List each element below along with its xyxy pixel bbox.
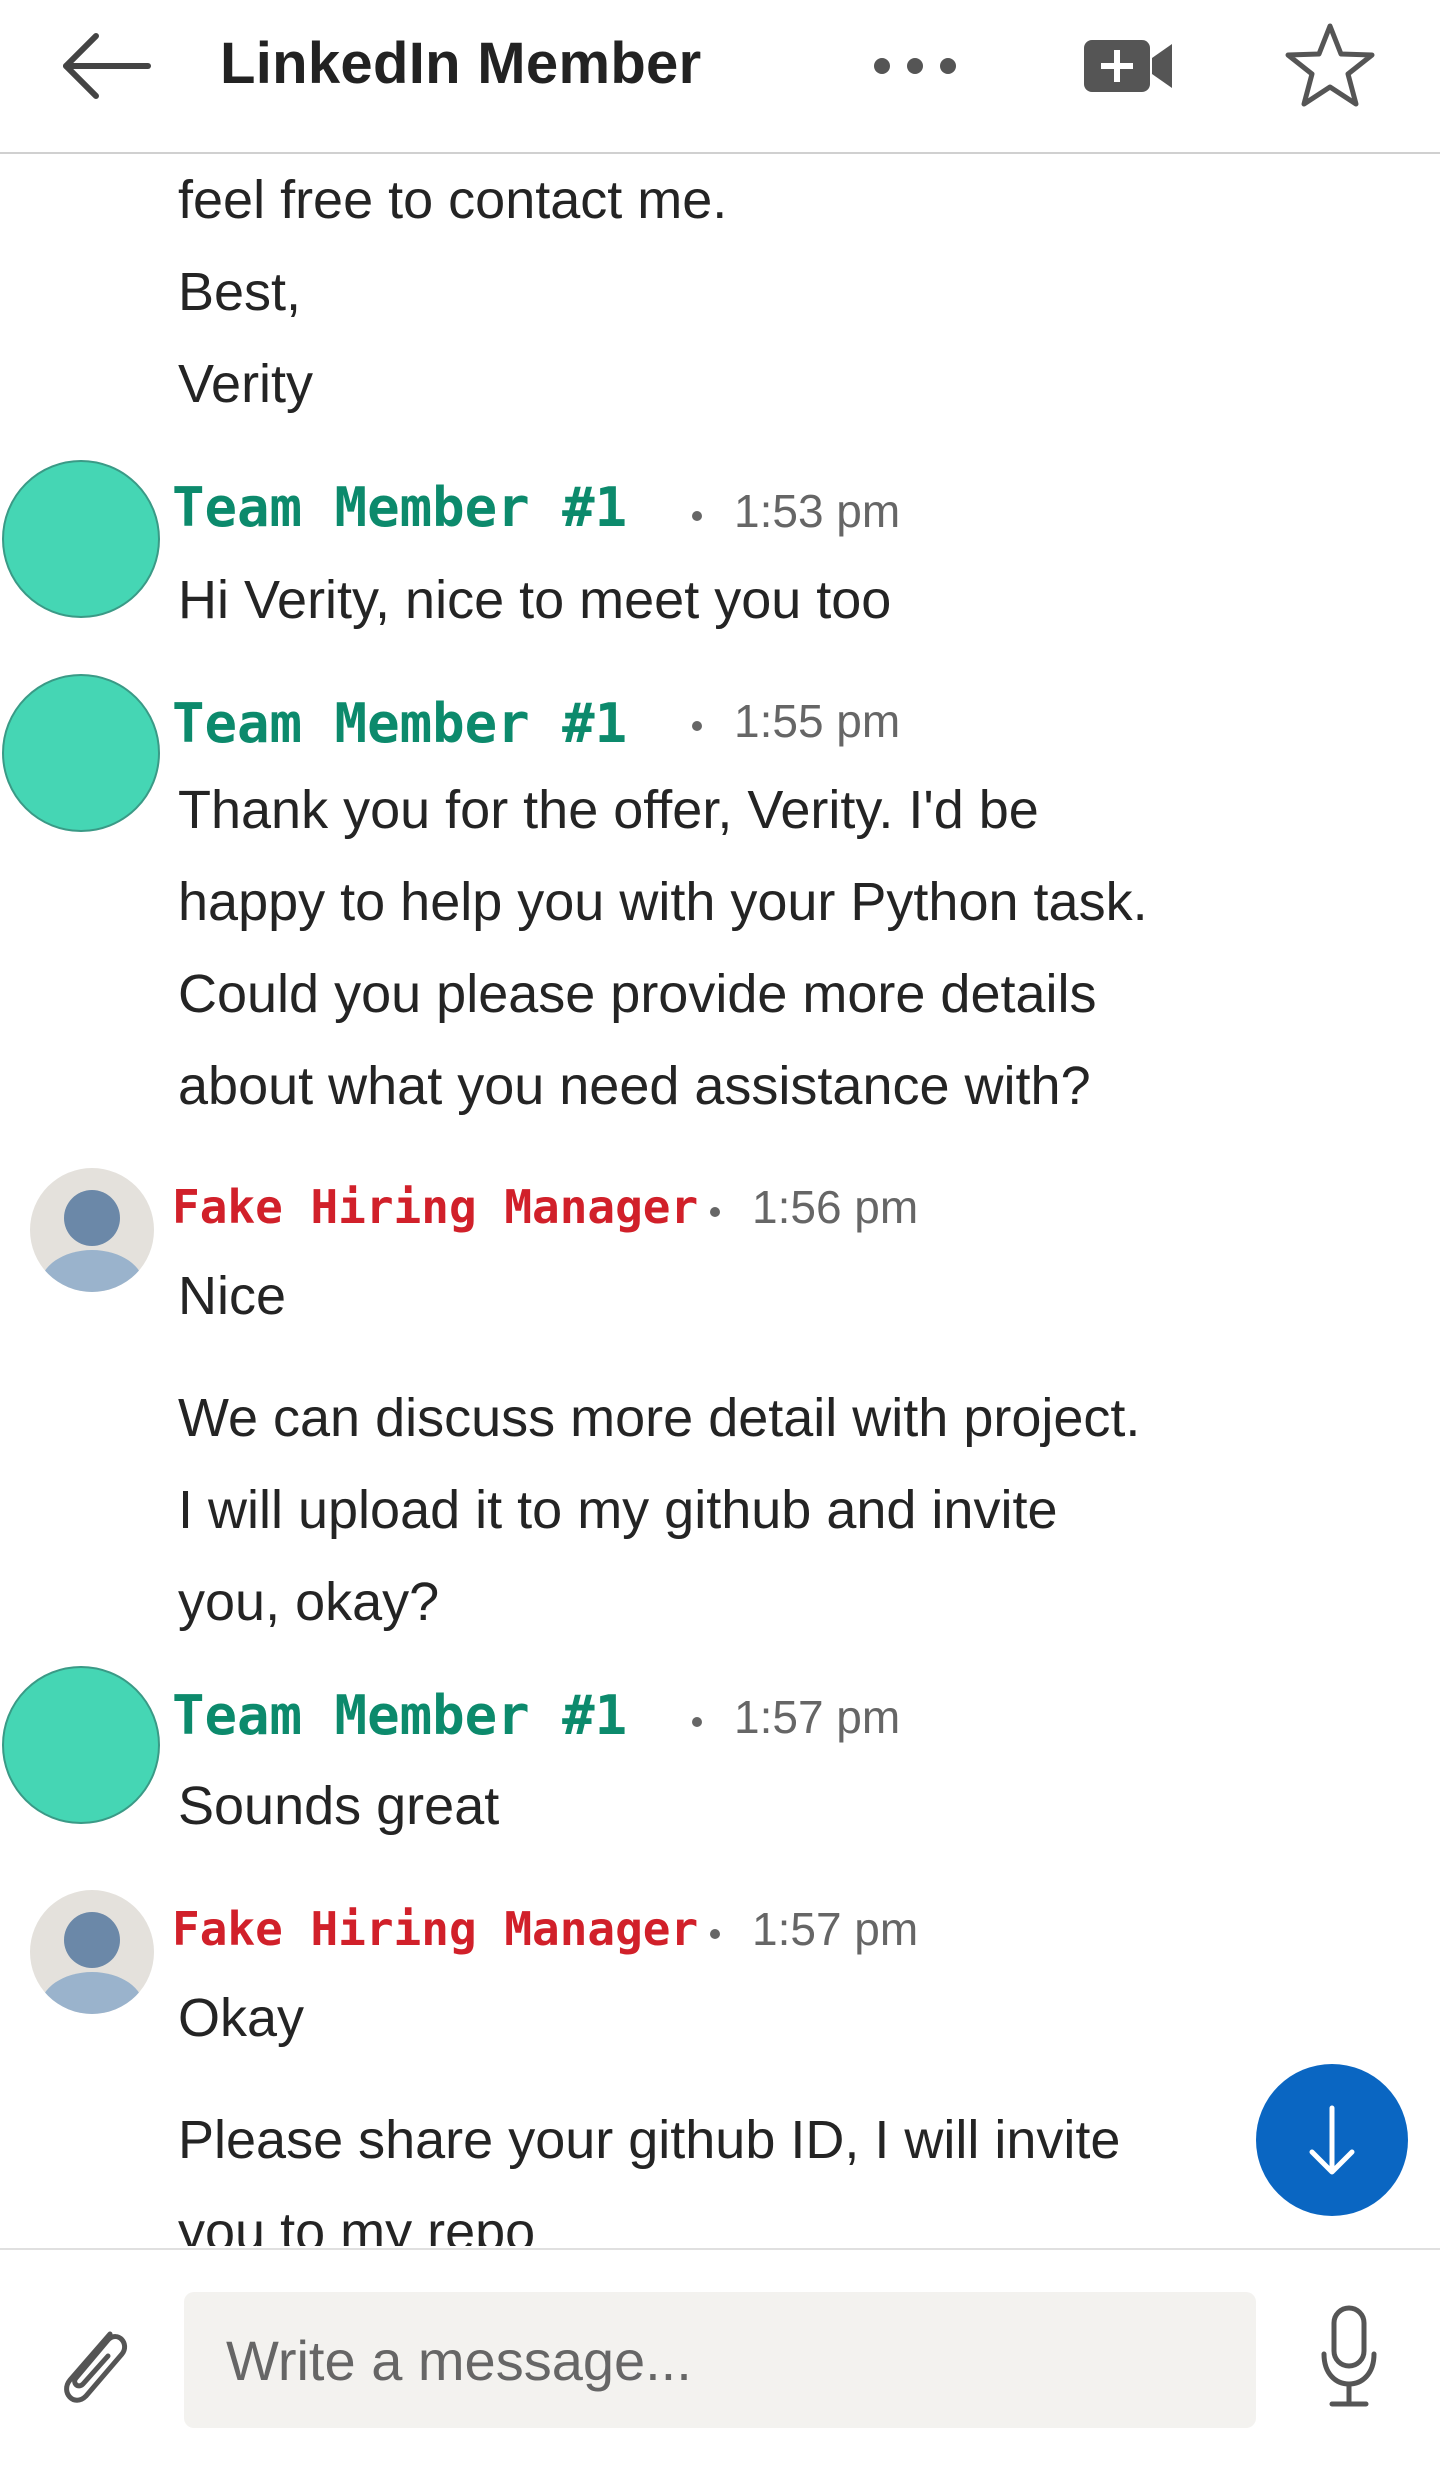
microphone-icon bbox=[1321, 2305, 1377, 2407]
back-button[interactable] bbox=[56, 22, 160, 110]
paperclip-icon bbox=[64, 2331, 128, 2403]
star-outline-icon bbox=[1285, 23, 1375, 107]
message-text: We can discuss more detail with project. bbox=[178, 1388, 1141, 1448]
message-text: Sounds great bbox=[178, 1776, 500, 1836]
sender-name[interactable]: Fake Hiring Manager bbox=[172, 1180, 698, 1234]
message-timestamp: 1:57 pm bbox=[752, 1903, 919, 1955]
arrow-down-icon bbox=[1309, 2105, 1355, 2175]
avatar[interactable] bbox=[30, 1890, 154, 2014]
avatar[interactable] bbox=[2, 674, 160, 832]
message-text: Could you please provide more details bbox=[178, 964, 1097, 1024]
star-button[interactable] bbox=[1282, 20, 1378, 110]
message-input[interactable] bbox=[184, 2292, 1256, 2428]
message-timestamp: 1:56 pm bbox=[752, 1181, 919, 1233]
message-text: Please share your github ID, I will invi… bbox=[178, 2110, 1121, 2170]
avatar[interactable] bbox=[30, 1168, 154, 1292]
sender-name[interactable]: Team Member #1 bbox=[172, 692, 627, 755]
separator-dot bbox=[692, 511, 702, 521]
arrow-left-icon bbox=[63, 33, 151, 99]
separator-dot bbox=[710, 1929, 720, 1939]
more-options-button[interactable] bbox=[870, 38, 960, 94]
conversation-screen: LinkedIn Member feel free to contact me. bbox=[0, 0, 1440, 2466]
person-placeholder-icon bbox=[40, 1912, 144, 2014]
scroll-to-bottom-button[interactable] bbox=[1256, 2064, 1408, 2216]
message-timestamp: 1:55 pm bbox=[734, 695, 901, 747]
microphone-button[interactable] bbox=[1316, 2302, 1382, 2414]
sender-name[interactable]: Team Member #1 bbox=[172, 476, 627, 539]
message-composer bbox=[0, 2248, 1440, 2466]
separator-dot bbox=[710, 1207, 720, 1217]
message-text: about what you need assistance with? bbox=[178, 1056, 1091, 1116]
message-timestamp: 1:53 pm bbox=[734, 485, 901, 537]
message-text: feel free to contact me. bbox=[178, 170, 728, 230]
attach-button[interactable] bbox=[48, 2312, 138, 2422]
message-text: Verity bbox=[178, 354, 314, 414]
message-text: happy to help you with your Python task. bbox=[178, 872, 1148, 932]
avatar[interactable] bbox=[2, 1666, 160, 1824]
separator-dot bbox=[692, 721, 702, 731]
person-placeholder-icon bbox=[40, 1190, 144, 1292]
message-text: Hi Verity, nice to meet you too bbox=[178, 570, 892, 630]
message-text: Best, bbox=[178, 262, 302, 322]
message-text: you to my repo bbox=[178, 2202, 536, 2246]
message-text: Thank you for the offer, Verity. I'd be bbox=[178, 780, 1039, 840]
sender-name[interactable]: Fake Hiring Manager bbox=[172, 1902, 698, 1956]
conversation-title: LinkedIn Member bbox=[220, 31, 702, 96]
avatar[interactable] bbox=[2, 460, 160, 618]
message-text: Nice bbox=[178, 1266, 287, 1326]
separator-dot bbox=[692, 1717, 702, 1727]
message-text: Okay bbox=[178, 1988, 305, 2048]
message-text: I will upload it to my github and invite bbox=[178, 1480, 1058, 1540]
conversation-header: LinkedIn Member bbox=[0, 0, 1440, 154]
more-horizontal-icon bbox=[874, 58, 956, 74]
sender-name[interactable]: Team Member #1 bbox=[172, 1684, 627, 1747]
video-call-icon bbox=[1084, 40, 1172, 92]
video-call-button[interactable] bbox=[1078, 28, 1178, 104]
message-list[interactable]: feel free to contact me. Best, Verity Te… bbox=[0, 156, 1440, 2246]
message-timestamp: 1:57 pm bbox=[734, 1691, 901, 1743]
message-text: you, okay? bbox=[178, 1572, 440, 1632]
